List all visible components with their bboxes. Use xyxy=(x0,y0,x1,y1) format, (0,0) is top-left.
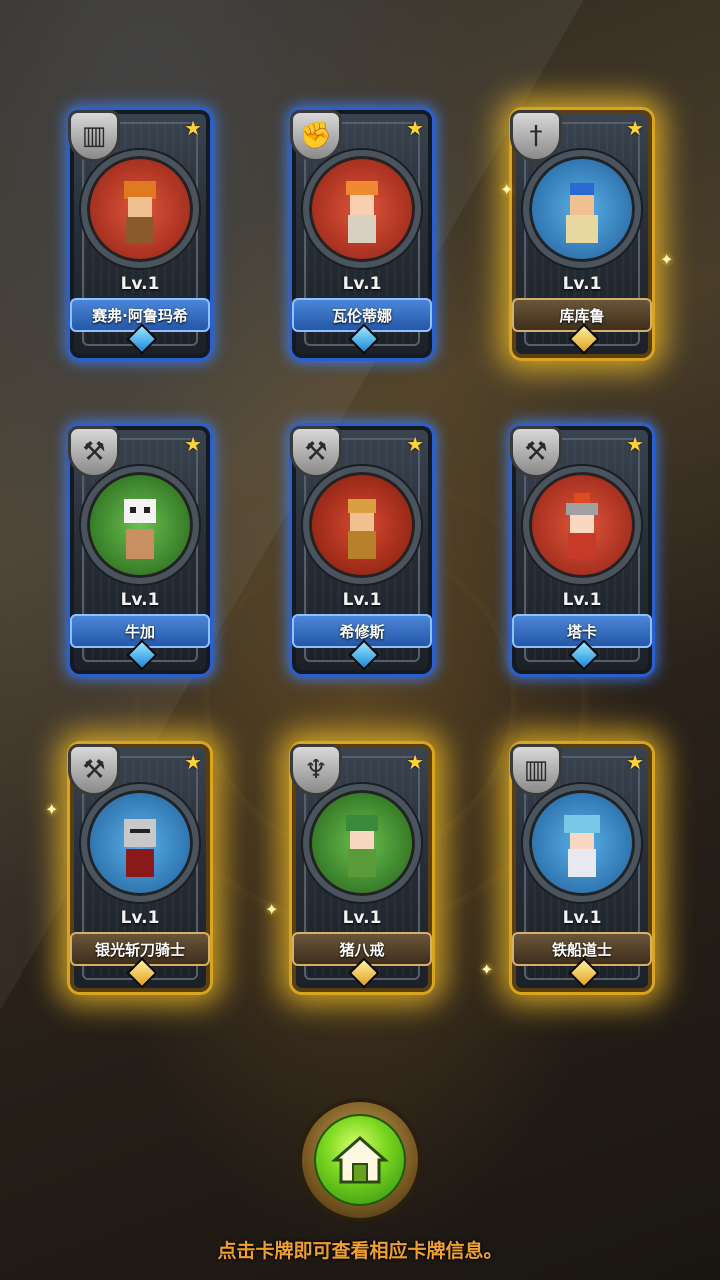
card-level: Lv.1 xyxy=(120,590,160,610)
home-icon xyxy=(331,1136,389,1184)
hero-card[interactable]: † ★ Lv.1 库库鲁 xyxy=(510,110,652,358)
book-icon: ▥ xyxy=(510,744,562,796)
hero-card[interactable]: ▥ ★ Lv.1 铁船道士 xyxy=(510,744,652,992)
hero-sprite xyxy=(346,815,378,877)
book-icon: ▥ xyxy=(68,110,120,162)
card-level: Lv.1 xyxy=(562,908,602,928)
hero-sprite xyxy=(348,499,376,559)
hero-sprite xyxy=(566,183,598,243)
star-icon: ★ xyxy=(406,432,424,456)
hero-card[interactable]: ✊ ★ Lv.1 瓦伦蒂娜 xyxy=(290,110,432,358)
star-icon: ★ xyxy=(184,116,202,140)
hero-sprite xyxy=(124,499,156,559)
fist-icon: ✊ xyxy=(290,110,342,162)
card-level: Lv.1 xyxy=(342,908,382,928)
star-icon: ★ xyxy=(626,116,644,140)
hint-text: 点击卡牌即可查看相应卡牌信息。 xyxy=(217,1240,503,1262)
hero-card[interactable]: ⚒ ★ Lv.1 希修斯 xyxy=(290,426,432,674)
sparkle-icon: ✦ xyxy=(500,180,514,199)
card-level: Lv.1 xyxy=(562,274,602,294)
hero-portrait xyxy=(303,150,421,268)
sparkle-icon: ✦ xyxy=(660,250,674,269)
card-level: Lv.1 xyxy=(120,908,160,928)
hero-card[interactable]: ▥ ★ Lv.1 赛弗·阿鲁玛希 xyxy=(68,110,210,358)
hero-sprite xyxy=(564,815,600,877)
hero-sprite xyxy=(566,493,598,559)
hero-card[interactable]: ⚒ ★ Lv.1 银光斩刀骑士 xyxy=(68,744,210,992)
sparkle-icon: ✦ xyxy=(265,900,279,919)
hero-sprite xyxy=(346,181,378,243)
hero-portrait xyxy=(81,150,199,268)
star-icon: ★ xyxy=(626,750,644,774)
star-icon: ★ xyxy=(184,750,202,774)
sparkle-icon: ✦ xyxy=(480,960,494,979)
hero-portrait xyxy=(523,784,641,902)
axe-icon: ⚒ xyxy=(510,426,562,478)
hero-portrait xyxy=(303,784,421,902)
hero-portrait xyxy=(523,150,641,268)
axe-icon: ⚒ xyxy=(68,744,120,796)
card-level: Lv.1 xyxy=(342,590,382,610)
sparkle-icon: ✦ xyxy=(45,800,59,819)
hero-card[interactable]: ⚒ ★ Lv.1 牛加 xyxy=(68,426,210,674)
hero-portrait xyxy=(81,784,199,902)
card-level: Lv.1 xyxy=(120,274,160,294)
home-button[interactable] xyxy=(298,1098,422,1222)
hero-portrait xyxy=(303,466,421,584)
star-icon: ★ xyxy=(184,432,202,456)
hero-portrait xyxy=(523,466,641,584)
hero-card[interactable]: ♆ ★ Lv.1 猪八戒 xyxy=(290,744,432,992)
star-icon: ★ xyxy=(626,432,644,456)
axe-icon: ⚒ xyxy=(68,426,120,478)
star-icon: ★ xyxy=(406,116,424,140)
wings-icon: ♆ xyxy=(290,744,342,796)
hero-sprite xyxy=(124,819,156,877)
hero-sprite xyxy=(124,181,156,243)
hero-portrait xyxy=(81,466,199,584)
hero-card[interactable]: ⚒ ★ Lv.1 塔卡 xyxy=(510,426,652,674)
sword-icon: † xyxy=(510,110,562,162)
star-icon: ★ xyxy=(406,750,424,774)
card-level: Lv.1 xyxy=(562,590,602,610)
card-level: Lv.1 xyxy=(342,274,382,294)
axe-icon: ⚒ xyxy=(290,426,342,478)
